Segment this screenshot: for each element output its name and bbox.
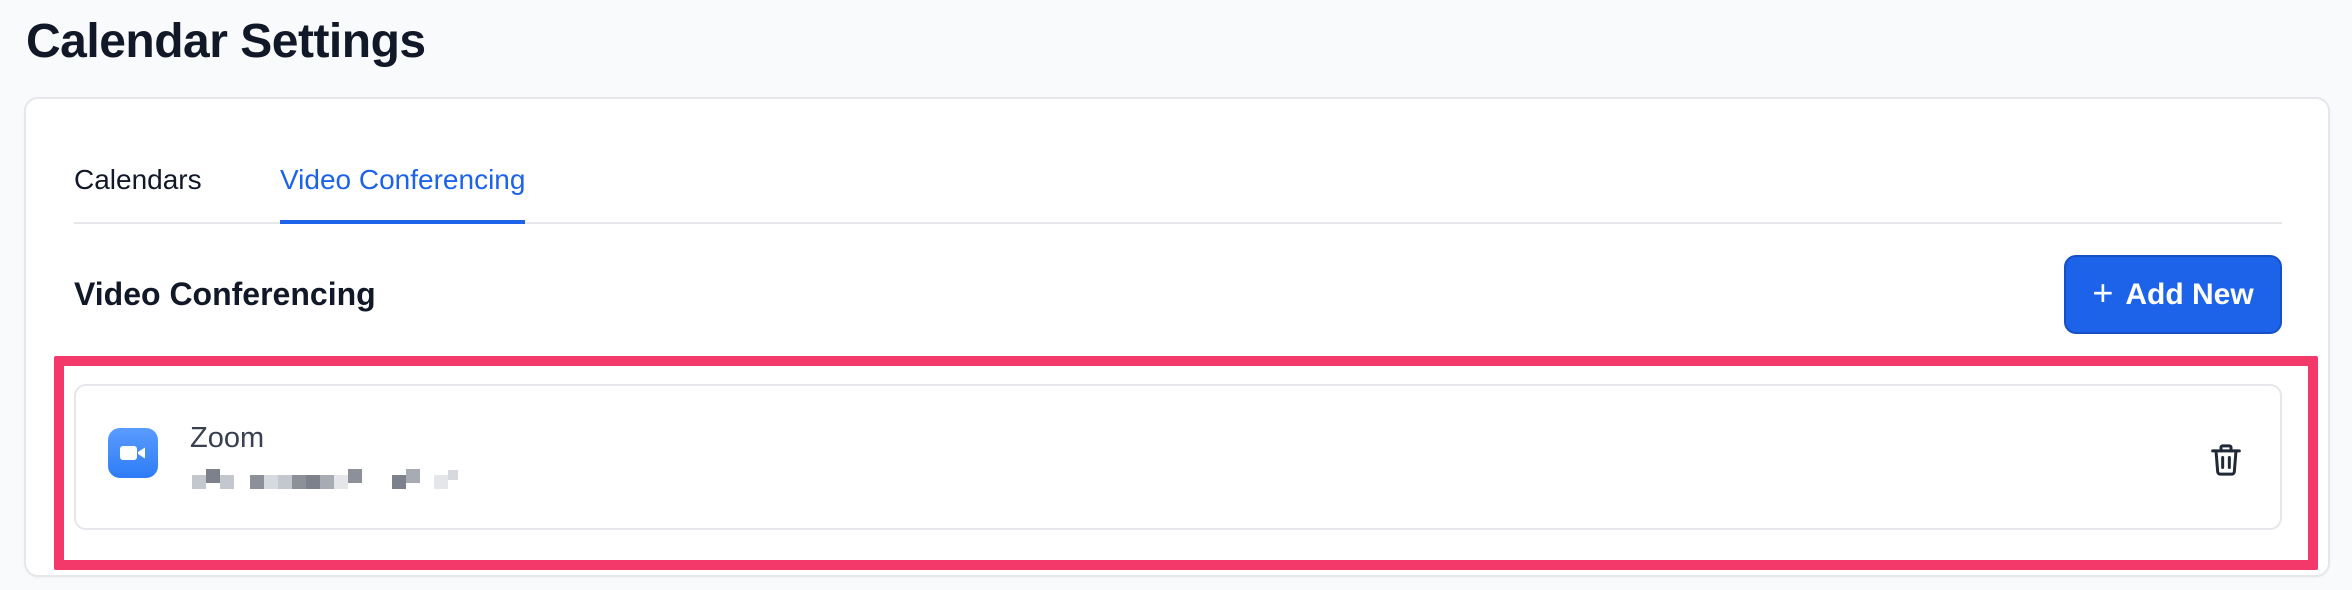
section-title: Video Conferencing bbox=[74, 276, 376, 312]
tab-bar: Calendars Video Conferencing bbox=[74, 150, 2282, 224]
integration-name: Zoom bbox=[190, 422, 265, 454]
redacted-account-email bbox=[192, 468, 458, 496]
add-new-button-label: Add New bbox=[2125, 277, 2254, 311]
zoom-integration-row: Zoom bbox=[74, 384, 2282, 530]
zoom-video-camera-icon bbox=[108, 428, 158, 478]
page-title: Calendar Settings bbox=[26, 15, 426, 68]
plus-icon: + bbox=[2092, 271, 2114, 313]
tab-video-conferencing[interactable]: Video Conferencing bbox=[280, 150, 526, 224]
add-new-button[interactable]: + Add New bbox=[2064, 255, 2282, 334]
tab-calendars[interactable]: Calendars bbox=[74, 150, 202, 224]
trash-icon[interactable] bbox=[2206, 440, 2246, 480]
